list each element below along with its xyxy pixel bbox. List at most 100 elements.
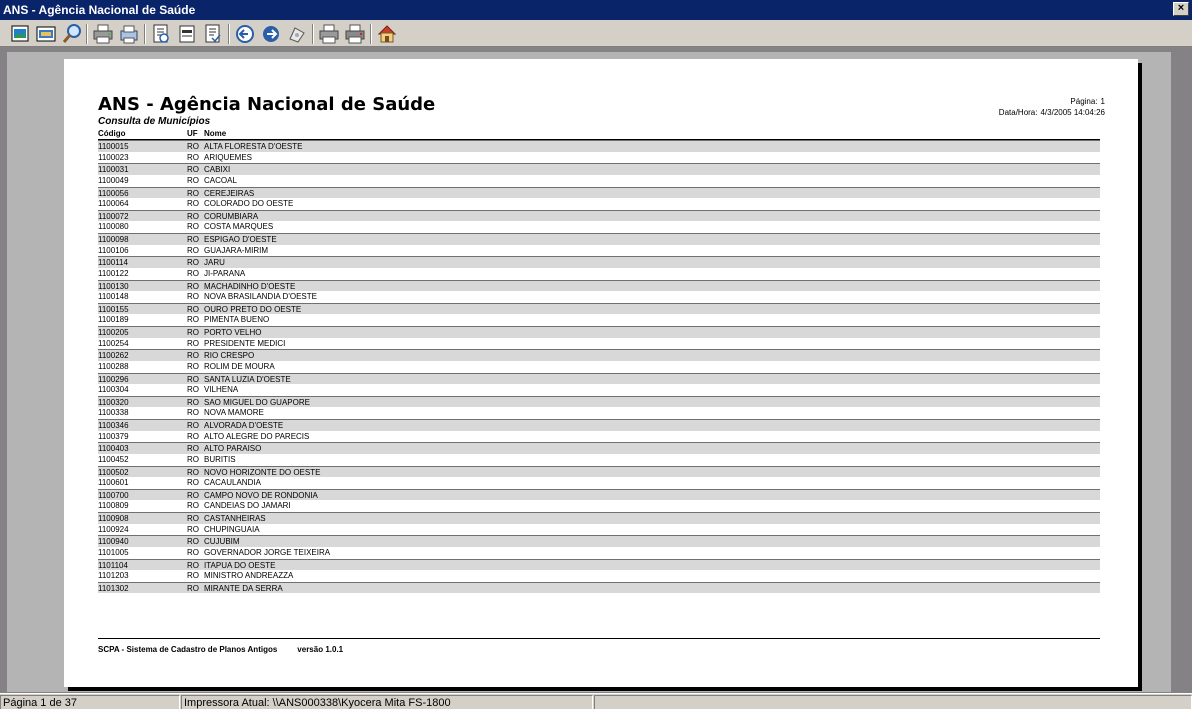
cell-name: COLORADO DO OESTE (204, 199, 294, 209)
table-row: 1100155 RO OURO PRETO DO OESTE (98, 302, 1100, 315)
report-subtitle: Consulta de Municípios (98, 116, 211, 127)
window-title: ANS - Agência Nacional de Saúde (3, 3, 196, 17)
cell-code: 1100700 (98, 490, 129, 500)
cell-code: 1100304 (98, 385, 129, 395)
previous-icon[interactable] (234, 23, 256, 45)
print-setup-icon[interactable] (118, 23, 140, 45)
table-row: 1100056 RO CEREJEIRAS (98, 186, 1100, 199)
cell-uf: RO (187, 165, 199, 175)
report-footer: SCPA - Sistema de Cadastro de Planos Ant… (98, 645, 343, 654)
cell-name: CACOAL (204, 175, 237, 185)
footer-version: versão 1.0.1 (297, 645, 344, 654)
cell-uf: RO (187, 501, 199, 511)
toolbar (0, 20, 1192, 47)
cell-uf: RO (187, 478, 199, 488)
toolbar-separator (144, 24, 146, 44)
table-row: 1100452 RO BURITIS (98, 454, 1100, 466)
next-icon[interactable] (260, 23, 282, 45)
cell-uf: RO (187, 490, 199, 500)
cell-uf: RO (187, 560, 199, 570)
cell-uf: RO (187, 583, 199, 593)
status-extra (594, 695, 1192, 709)
cell-name: CASTANHEIRAS (204, 514, 266, 523)
exit-icon[interactable] (376, 23, 398, 45)
cell-uf: RO (187, 361, 199, 371)
report-page: ANS - Agência Nacional de Saúde Consulta… (64, 59, 1138, 687)
table-row: 1100098 RO ESPIGAO D'OESTE (98, 233, 1100, 245)
cell-name: SANTA LUZIA D'OESTE (204, 374, 291, 384)
print-icon[interactable] (92, 23, 114, 45)
table-row: 1100262 RO RIO CRESPO (98, 349, 1100, 361)
table-row: 1100379 RO ALTO ALEGRE DO PARECIS (98, 431, 1100, 443)
table-row: 1101005 RO GOVERNADOR JORGE TEIXEIRA (98, 547, 1100, 559)
cell-name: MACHADINHO D'OESTE (204, 281, 296, 291)
cell-code: 1100015 (98, 142, 129, 151)
table-row: 1100049 RO CACOAL (98, 175, 1100, 187)
cell-code: 1100908 (98, 514, 129, 523)
table-row: 1100189 RO PIMENTA BUENO (98, 314, 1100, 326)
cell-name: ALTO PARAISO (204, 444, 262, 454)
cell-code: 1100809 (98, 501, 129, 511)
cell-uf: RO (187, 245, 199, 255)
find-icon[interactable] (286, 23, 308, 45)
cell-code: 1100106 (98, 245, 129, 255)
zoom-icon[interactable] (61, 23, 83, 45)
cell-name: CEREJEIRAS (204, 188, 255, 198)
cell-uf: RO (187, 258, 199, 268)
cell-uf: RO (187, 142, 199, 151)
cell-uf: RO (187, 421, 199, 430)
first-page-icon[interactable] (150, 23, 172, 45)
cell-name: ROLIM DE MOURA (204, 361, 275, 371)
table-row: 1100338 RO NOVA MAMORE (98, 407, 1100, 419)
cell-name: PIMENTA BUENO (204, 315, 270, 325)
cell-uf: RO (187, 315, 199, 325)
cell-uf: RO (187, 338, 199, 348)
cell-code: 1100346 (98, 421, 129, 430)
cell-name: NOVA MAMORE (204, 408, 264, 418)
cell-code: 1100031 (98, 165, 129, 175)
cell-code: 1100148 (98, 292, 129, 302)
image-icon[interactable] (35, 23, 57, 45)
cell-uf: RO (187, 304, 199, 314)
cell-code: 1100205 (98, 328, 129, 337)
page-label: Página: (1070, 97, 1098, 106)
cell-uf: RO (187, 374, 199, 384)
cell-uf: RO (187, 454, 199, 464)
cell-name: BURITIS (204, 454, 236, 464)
table-row: 1100015 RO ALTA FLORESTA D'OESTE (98, 140, 1100, 152)
cell-name: ITAPUA DO OESTE (204, 560, 276, 570)
toolbar-separator (228, 24, 230, 44)
page-icon[interactable] (176, 23, 198, 45)
cell-code: 1100049 (98, 175, 129, 185)
cell-name: VILHENA (204, 385, 239, 395)
cell-name: RIO CRESPO (204, 351, 255, 361)
cell-code: 1100262 (98, 351, 129, 361)
table-row: 1100072 RO CORUMBIARA (98, 209, 1100, 222)
printer-alt-icon[interactable] (344, 23, 366, 45)
cell-code: 1100296 (98, 374, 129, 384)
close-button[interactable]: × (1173, 2, 1189, 16)
table-row: 1100700 RO CAMPO NOVO DE RONDONIA (98, 488, 1100, 501)
table-row: 1100296 RO SANTA LUZIA D'OESTE (98, 372, 1100, 385)
cell-name: ALTO ALEGRE DO PARECIS (204, 431, 310, 441)
cell-code: 1101005 (98, 547, 129, 557)
table-row: 1100809 RO CANDEIAS DO JAMARI (98, 500, 1100, 512)
cell-uf: RO (187, 571, 199, 581)
cell-code: 1100023 (98, 152, 129, 162)
cell-uf: RO (187, 268, 199, 278)
cell-name: JARU (204, 258, 225, 268)
cell-code: 1100940 (98, 537, 129, 547)
footer-rule (98, 638, 1100, 639)
toolbar-separator (312, 24, 314, 44)
last-page-icon[interactable] (202, 23, 224, 45)
table-row: 1100940 RO CUJUBIM (98, 535, 1100, 547)
cell-uf: RO (187, 385, 199, 395)
cell-uf: RO (187, 235, 199, 244)
cell-code: 1100288 (98, 361, 129, 371)
printer-icon[interactable] (318, 23, 340, 45)
table-row: 1100908 RO CASTANHEIRAS (98, 512, 1100, 524)
cell-code: 1100320 (98, 397, 129, 407)
table-row: 1100403 RO ALTO PARAISO (98, 442, 1100, 454)
export-icon[interactable] (9, 23, 31, 45)
cell-code: 1100130 (98, 281, 129, 291)
